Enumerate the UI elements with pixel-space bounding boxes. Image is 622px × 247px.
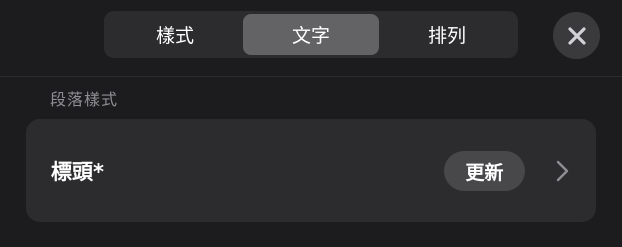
tab-arrange[interactable]: 排列	[379, 14, 515, 55]
paragraph-style-row[interactable]: 標頭* 更新	[26, 119, 596, 222]
format-tabs: 樣式 文字 排列	[104, 11, 518, 58]
chevron-right-icon	[556, 160, 569, 182]
format-panel: 樣式 文字 排列 段落樣式 標頭* 更新	[0, 0, 622, 247]
section-label-paragraph-style: 段落樣式	[50, 90, 119, 109]
paragraph-style-name: 標頭*	[51, 159, 104, 184]
divider	[0, 76, 622, 77]
tab-style[interactable]: 樣式	[107, 14, 243, 55]
close-icon	[567, 26, 586, 45]
tab-text[interactable]: 文字	[243, 14, 379, 55]
close-button[interactable]	[553, 12, 600, 59]
update-button[interactable]: 更新	[444, 151, 525, 191]
